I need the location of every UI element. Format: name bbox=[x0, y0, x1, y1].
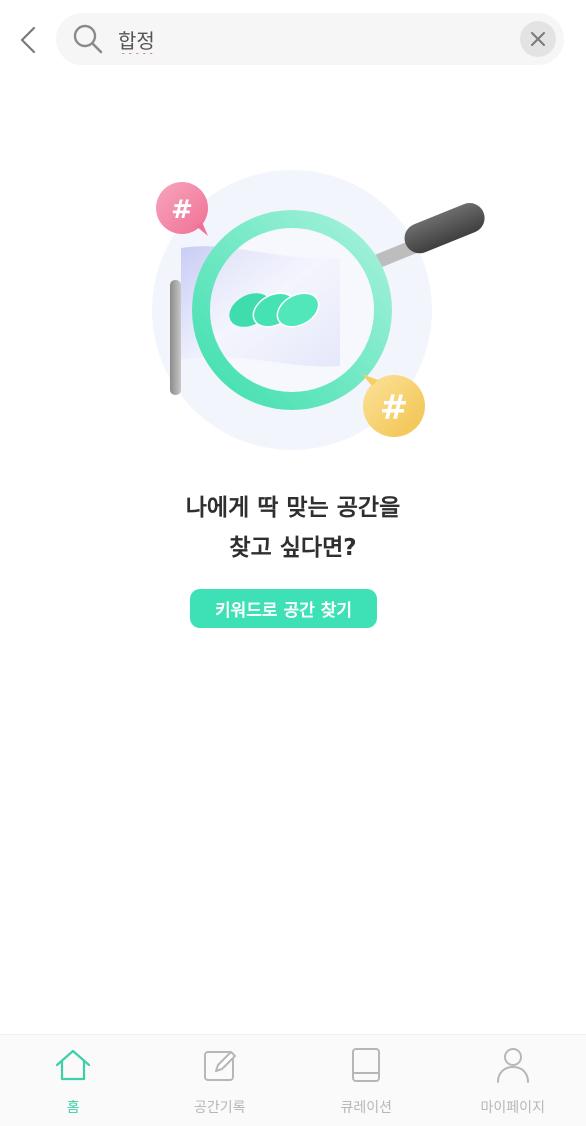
nav-label-curation: 큐레이션 bbox=[340, 1100, 393, 1116]
bottom-navigation: 홈 공간기록 큐레이션 마이페이지 bbox=[0, 1034, 586, 1126]
empty-search-illustration: # # bbox=[152, 170, 485, 450]
nav-label-mypage: 마이페이지 bbox=[480, 1100, 545, 1116]
edit-icon bbox=[200, 1045, 240, 1085]
search-bar[interactable] bbox=[56, 13, 564, 65]
person-icon bbox=[493, 1045, 533, 1085]
nav-item-mypage[interactable]: 마이페이지 bbox=[440, 1035, 586, 1126]
nav-item-curation[interactable]: 큐레이션 bbox=[293, 1035, 440, 1126]
search-input[interactable] bbox=[118, 21, 498, 57]
search-icon bbox=[73, 24, 103, 54]
search-header bbox=[0, 0, 586, 80]
nav-label-home: 홈 bbox=[66, 1100, 80, 1116]
empty-state-title-line2: 찾고 싶다면? bbox=[229, 535, 357, 561]
chevron-left-icon bbox=[20, 26, 36, 54]
nav-item-space-record[interactable]: 공간기록 bbox=[147, 1035, 294, 1126]
book-icon bbox=[346, 1045, 386, 1085]
empty-state-title: 나에게 딱 맞는 공간을 찾고 싶다면? bbox=[0, 488, 586, 568]
close-icon bbox=[531, 32, 545, 46]
empty-state-title-line1: 나에게 딱 맞는 공간을 bbox=[185, 495, 401, 521]
search-results-page: # # 나에게 딱 맞는 공간을 찾고 싶다면? 키워드로 공간 찾기 홈 bbox=[0, 0, 586, 1126]
nav-label-space-record: 공간기록 bbox=[193, 1100, 246, 1116]
yellow-hashtag-bubble: # bbox=[362, 374, 425, 437]
pink-tag-text: # bbox=[171, 195, 193, 225]
yellow-tag-text: # bbox=[380, 388, 409, 428]
home-icon bbox=[53, 1045, 93, 1085]
back-button[interactable] bbox=[10, 20, 46, 60]
keyword-search-button[interactable]: 키워드로 공간 찾기 bbox=[190, 589, 377, 628]
clear-search-button[interactable] bbox=[520, 21, 556, 57]
pink-hashtag-bubble: # bbox=[156, 182, 208, 236]
nav-item-home[interactable]: 홈 bbox=[0, 1035, 147, 1126]
